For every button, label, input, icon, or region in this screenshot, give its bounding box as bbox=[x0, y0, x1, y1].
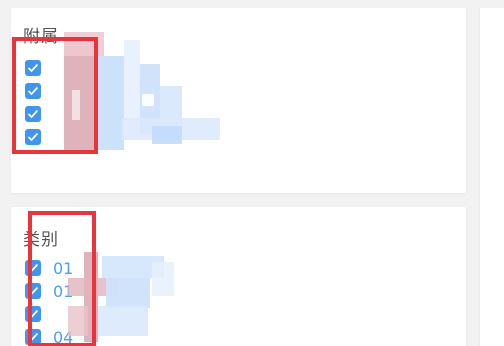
check-icon bbox=[27, 309, 39, 319]
category-option-label: 01 bbox=[53, 281, 74, 301]
attachment-option-3[interactable] bbox=[25, 105, 53, 123]
checkbox-checked[interactable] bbox=[25, 283, 41, 299]
category-option-1[interactable]: 01 bbox=[25, 258, 74, 278]
side-card bbox=[480, 8, 504, 346]
check-icon bbox=[27, 286, 39, 296]
check-icon bbox=[27, 332, 39, 342]
category-option-label: 04 bbox=[53, 327, 74, 346]
check-icon bbox=[27, 63, 39, 73]
attachment-option-1[interactable] bbox=[25, 59, 53, 77]
checkbox-checked[interactable] bbox=[25, 329, 41, 345]
category-option-label: 01 bbox=[53, 258, 74, 278]
checkbox-checked[interactable] bbox=[25, 306, 41, 322]
checkbox-checked[interactable] bbox=[25, 60, 41, 76]
attachment-option-2[interactable] bbox=[25, 82, 53, 100]
category-filter-card: 类别 01 01 04 bbox=[11, 207, 466, 346]
category-option-2[interactable]: 01 bbox=[25, 281, 74, 301]
filter-panel: 附属 类别 01 01 04 bbox=[0, 0, 504, 346]
attachment-filter-card: 附属 bbox=[11, 8, 466, 193]
checkbox-checked[interactable] bbox=[25, 106, 41, 122]
check-icon bbox=[27, 109, 39, 119]
attachment-option-4[interactable] bbox=[25, 128, 53, 146]
check-icon bbox=[27, 86, 39, 96]
category-section-title: 类别 bbox=[23, 230, 59, 250]
attachment-section-title: 附属 bbox=[23, 27, 59, 47]
check-icon bbox=[27, 263, 39, 273]
category-option-3[interactable] bbox=[25, 305, 53, 323]
checkbox-checked[interactable] bbox=[25, 260, 41, 276]
check-icon bbox=[27, 132, 39, 142]
category-option-4[interactable]: 04 bbox=[25, 328, 73, 346]
checkbox-checked[interactable] bbox=[25, 129, 41, 145]
checkbox-checked[interactable] bbox=[25, 83, 41, 99]
